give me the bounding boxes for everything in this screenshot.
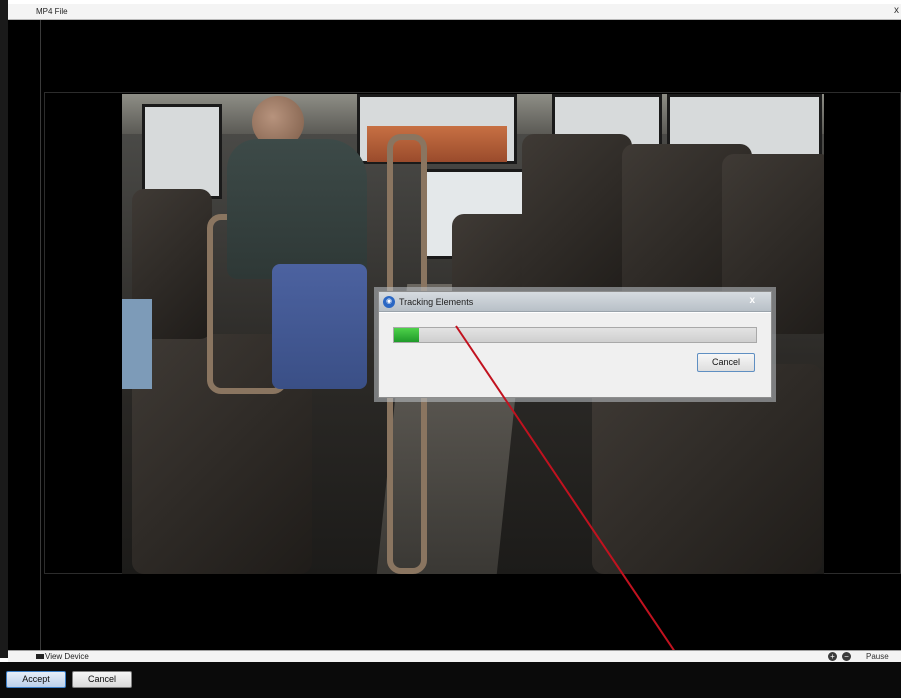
- dialog-cancel-button[interactable]: Cancel: [697, 353, 755, 372]
- dialog-title: Tracking Elements: [399, 297, 474, 307]
- device-label-text: View Device: [45, 652, 89, 661]
- zoom-in-icon[interactable]: +: [828, 652, 837, 661]
- dialog-body: Cancel: [379, 313, 771, 397]
- device-icon: [36, 654, 44, 660]
- status-bar: View Device + − Pause: [8, 650, 901, 662]
- stage-divider: [40, 20, 41, 650]
- window-title: MP4 File: [36, 7, 68, 16]
- cancel-button[interactable]: Cancel: [72, 671, 132, 688]
- dialog-title-bar[interactable]: ◉ Tracking Elements x: [379, 292, 771, 312]
- accept-button[interactable]: Accept: [6, 671, 66, 688]
- action-bar: Accept Cancel: [0, 662, 901, 698]
- passenger-arm: [122, 299, 152, 389]
- zoom-out-icon[interactable]: −: [842, 652, 851, 661]
- app-logo-icon: ◉: [383, 296, 395, 308]
- app-window: MP4 File x ◉ Tracking Elements x Cancel …: [0, 0, 901, 698]
- bus-seat: [522, 134, 632, 304]
- title-bar: MP4 File x: [8, 4, 901, 20]
- left-rail: [0, 0, 8, 658]
- dialog-close-icon[interactable]: x: [749, 295, 755, 306]
- person-torso: [227, 139, 367, 279]
- tracking-dialog: ◉ Tracking Elements x Cancel: [378, 291, 772, 398]
- person-legs: [272, 264, 367, 389]
- progress-bar: [393, 327, 757, 343]
- progress-fill: [394, 328, 420, 342]
- pause-label[interactable]: Pause: [866, 652, 901, 661]
- bus-window: [142, 104, 222, 199]
- close-icon[interactable]: x: [894, 5, 899, 16]
- device-label: View Device: [36, 652, 89, 661]
